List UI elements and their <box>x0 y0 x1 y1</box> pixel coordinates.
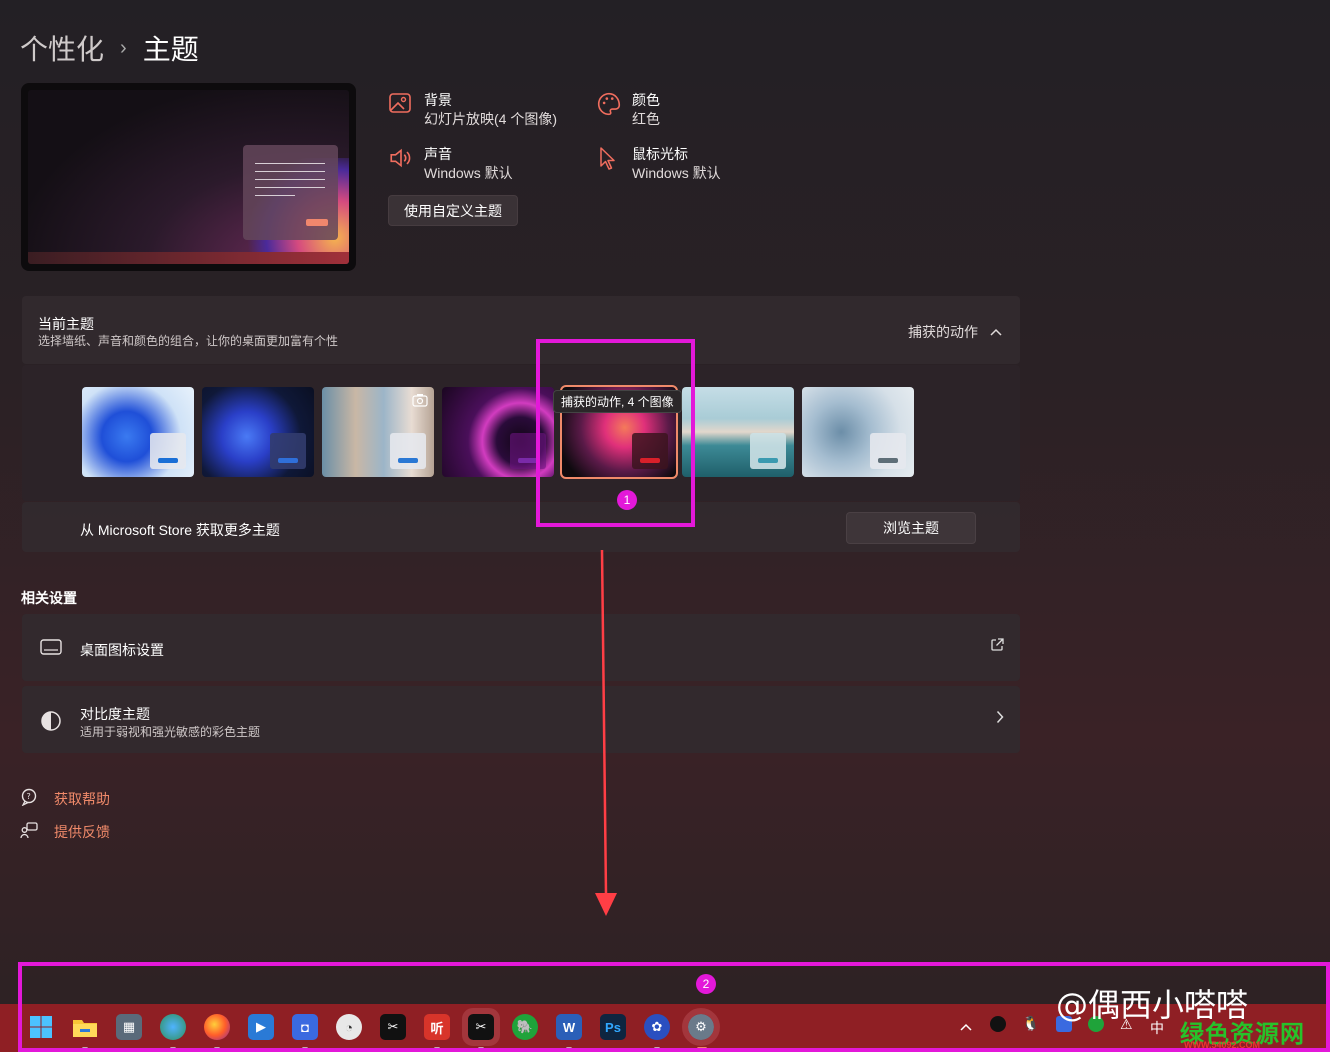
give-feedback-link[interactable]: 提供反馈 <box>20 821 110 842</box>
feedback-icon <box>20 821 54 842</box>
store-text: 从 Microsoft Store 获取更多主题 <box>80 522 280 538</box>
use-custom-theme-button[interactable]: 使用自定义主题 <box>388 195 518 226</box>
background-value: 幻灯片放映(4 个图像) <box>424 111 557 127</box>
get-help-label: 获取帮助 <box>54 790 110 807</box>
theme-thumbnail-windows-light[interactable] <box>82 387 194 477</box>
desktop-icon-settings-row[interactable]: 桌面图标设置 <box>22 614 1020 681</box>
breadcrumb-separator: › <box>120 36 127 59</box>
color-value: 红色 <box>632 111 660 127</box>
browse-themes-button[interactable]: 浏览主题 <box>846 512 976 544</box>
sound-setting[interactable]: 声音 Windows 默认 <box>388 145 513 183</box>
store-row: 从 Microsoft Store 获取更多主题 浏览主题 <box>22 502 1020 552</box>
palette-icon <box>596 91 632 129</box>
chevron-up-icon[interactable] <box>990 325 1002 339</box>
background-setting[interactable]: 背景 幻灯片放映(4 个图像) <box>388 91 557 129</box>
theme-thumbnail-flow[interactable] <box>682 387 794 477</box>
site-url-watermark: WWW.54092.COM <box>1184 1040 1261 1050</box>
get-help-link[interactable]: ? 获取帮助 <box>20 788 110 809</box>
chevron-right-icon <box>996 710 1004 727</box>
contrast-icon <box>40 710 62 737</box>
current-theme-title: 当前主题 <box>38 316 94 332</box>
help-chat-icon: ? <box>20 788 54 809</box>
background-label: 背景 <box>424 92 452 108</box>
color-setting[interactable]: 颜色 红色 <box>596 91 660 129</box>
annotation-marker-1: 1 <box>617 490 637 510</box>
breadcrumb-parent[interactable]: 个性化 <box>20 28 104 68</box>
theme-thumbnail-windows-dark[interactable] <box>202 387 314 477</box>
breadcrumb: 个性化 › 主题 <box>20 28 199 68</box>
annotation-marker-2: 2 <box>696 974 716 994</box>
picture-icon <box>388 91 424 129</box>
desktop-icon-settings-label: 桌面图标设置 <box>80 642 164 658</box>
theme-preview <box>21 83 356 271</box>
contrast-themes-row[interactable]: 对比度主题 适用于弱视和强光敏感的彩色主题 <box>22 686 1020 753</box>
cursor-value: Windows 默认 <box>632 165 721 181</box>
theme-thumbnail-sunrise[interactable] <box>802 387 914 477</box>
theme-thumbnail-spotlight[interactable] <box>322 387 434 477</box>
sound-label: 声音 <box>424 146 452 162</box>
preview-window <box>243 145 338 240</box>
contrast-themes-desc: 适用于弱视和强光敏感的彩色主题 <box>80 725 261 739</box>
annotation-highlight-1 <box>536 339 695 527</box>
speaker-icon <box>388 145 424 183</box>
svg-text:?: ? <box>27 792 31 801</box>
external-link-icon <box>990 638 1004 655</box>
annotation-arrow <box>595 550 617 916</box>
give-feedback-label: 提供反馈 <box>54 823 110 840</box>
sound-value: Windows 默认 <box>424 165 513 181</box>
contrast-themes-label: 对比度主题 <box>80 706 150 722</box>
current-theme-header[interactable]: 当前主题 选择墙纸、声音和颜色的组合，让你的桌面更加富有个性 捕获的动作 <box>22 296 1020 364</box>
current-theme-subtitle: 选择墙纸、声音和颜色的组合，让你的桌面更加富有个性 <box>38 334 339 348</box>
page-title: 主题 <box>142 34 199 65</box>
cursor-label: 鼠标光标 <box>632 146 688 162</box>
camera-icon <box>412 393 428 412</box>
selected-theme-name: 捕获的动作 <box>908 324 978 340</box>
monitor-icon <box>40 638 62 661</box>
related-settings-title: 相关设置 <box>21 590 77 606</box>
cursor-icon <box>596 145 632 183</box>
theme-gallery <box>22 365 1020 501</box>
color-label: 颜色 <box>632 92 660 108</box>
cursor-setting[interactable]: 鼠标光标 Windows 默认 <box>596 145 721 183</box>
